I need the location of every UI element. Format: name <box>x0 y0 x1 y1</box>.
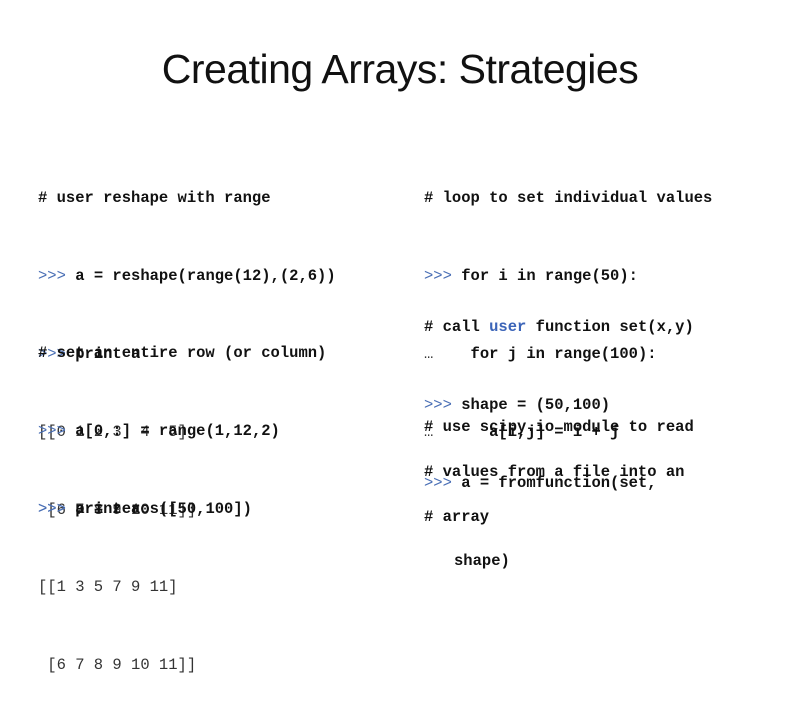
code-comment: # use scipy.io module to read <box>424 418 694 436</box>
code-comment: # loop to set individual values <box>424 189 713 207</box>
comment-suffix: function set(x,y) <box>526 318 694 336</box>
code-comment: # call user function set(x,y) <box>424 314 694 340</box>
code-command: a = reshape(range(12),(2,6)) <box>75 267 336 285</box>
comment-prefix: # call <box>424 318 490 336</box>
highlighted-keyword: user <box>489 318 527 336</box>
code-command-continued: shape) <box>454 552 510 570</box>
slide-title: Creating Arrays: Strategies <box>161 46 639 92</box>
code-comment: # array <box>424 508 490 526</box>
code-comment: # values from a file into an <box>424 463 685 481</box>
prompt-icon: >>> <box>38 500 66 518</box>
code-command: a[0,:] = range(1,12,2) <box>75 422 280 440</box>
left-block-zeros: >>> a = zeros([50,100]) <box>38 444 252 548</box>
code-comment: # user reshape with range <box>38 189 271 207</box>
prompt-icon: >>> <box>38 422 66 440</box>
right-block-scipy: # use scipy.io module to read # values f… <box>424 390 694 540</box>
code-output: [[1 3 5 7 9 11] <box>38 578 178 596</box>
code-comment: # set an entire row (or column) <box>38 344 327 362</box>
prompt-icon: >>> <box>38 267 66 285</box>
code-command: a = zeros([50,100]) <box>75 500 252 518</box>
code-output: [6 7 8 9 10 11]] <box>38 656 197 674</box>
